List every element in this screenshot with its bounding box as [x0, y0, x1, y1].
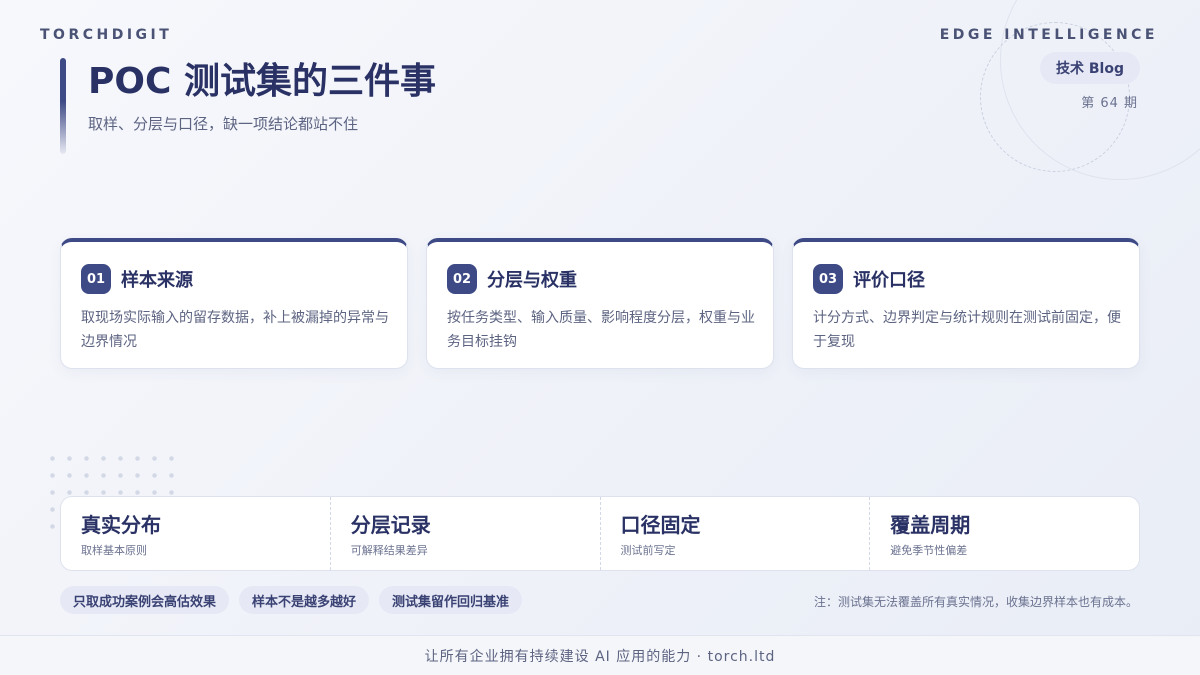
stat-item: 口径固定 测试前写定	[599, 497, 870, 570]
tag-pill: 测试集留作回归基准	[379, 586, 523, 614]
blog-badge: 技术 Blog	[1040, 52, 1140, 84]
issue-number: 第 64 期	[1081, 96, 1138, 111]
footer-bar: 让所有企业拥有持续建设 AI 应用的能力 · torch.ltd	[0, 635, 1200, 675]
card-evaluation-criteria: 03 评价口径 计分方式、边界判定与统计规则在测试前固定，便于复现	[792, 238, 1140, 369]
stat-value: 覆盖周期	[890, 513, 971, 537]
stat-label: 测试前写定	[620, 544, 676, 557]
stat-value: 分层记录	[350, 513, 431, 537]
card-description: 取现场实际输入的留存数据，补上被漏掉的异常与边界情况	[81, 310, 389, 350]
tag-list: 只取成功案例会高估效果 样本不是越多越好 测试集留作回归基准	[60, 586, 523, 614]
brand-tagline: EDGE INTELLIGENCE	[939, 27, 1158, 43]
card-title: 分层与权重	[487, 270, 577, 291]
stat-item: 真实分布 取样基本原则	[61, 497, 330, 570]
stat-label: 可解释结果差异	[350, 544, 428, 557]
stat-value: 口径固定	[620, 513, 701, 537]
card-title: 样本来源	[121, 270, 193, 291]
stat-value: 真实分布	[81, 513, 161, 537]
card-number-badge: 03	[813, 264, 843, 294]
card-number-badge: 01	[81, 264, 111, 294]
card-description: 计分方式、边界判定与统计规则在测试前固定，便于复现	[813, 310, 1121, 350]
page-title: POC 测试集的三件事	[88, 61, 436, 102]
footnote: 注：测试集无法覆盖所有真实情况，收集边界样本也有成本。	[813, 595, 1138, 609]
stat-label: 避免季节性偏差	[890, 544, 968, 557]
stat-item: 覆盖周期 避免季节性偏差	[869, 497, 1139, 570]
title-accent-bar	[60, 58, 66, 154]
card-layering-weights: 02 分层与权重 按任务类型、输入质量、影响程度分层，权重与业务目标挂钩	[426, 238, 774, 369]
stats-strip: 真实分布 取样基本原则 分层记录 可解释结果差异 口径固定 测试前写定 覆盖周期…	[60, 496, 1140, 571]
tag-pill: 样本不是越多越好	[239, 586, 370, 614]
page-subtitle: 取样、分层与口径，缺一项结论都站不住	[88, 115, 359, 133]
card-sample-source: 01 样本来源 取现场实际输入的留存数据，补上被漏掉的异常与边界情况	[60, 238, 408, 369]
tag-pill: 只取成功案例会高估效果	[60, 586, 230, 614]
brand-logo-text: TORCHDIGIT	[40, 27, 173, 43]
stat-label: 取样基本原则	[81, 544, 147, 557]
card-number-badge: 02	[447, 264, 477, 294]
card-title: 评价口径	[853, 270, 925, 291]
card-description: 按任务类型、输入质量、影响程度分层，权重与业务目标挂钩	[447, 310, 755, 350]
stat-item: 分层记录 可解释结果差异	[329, 497, 600, 570]
